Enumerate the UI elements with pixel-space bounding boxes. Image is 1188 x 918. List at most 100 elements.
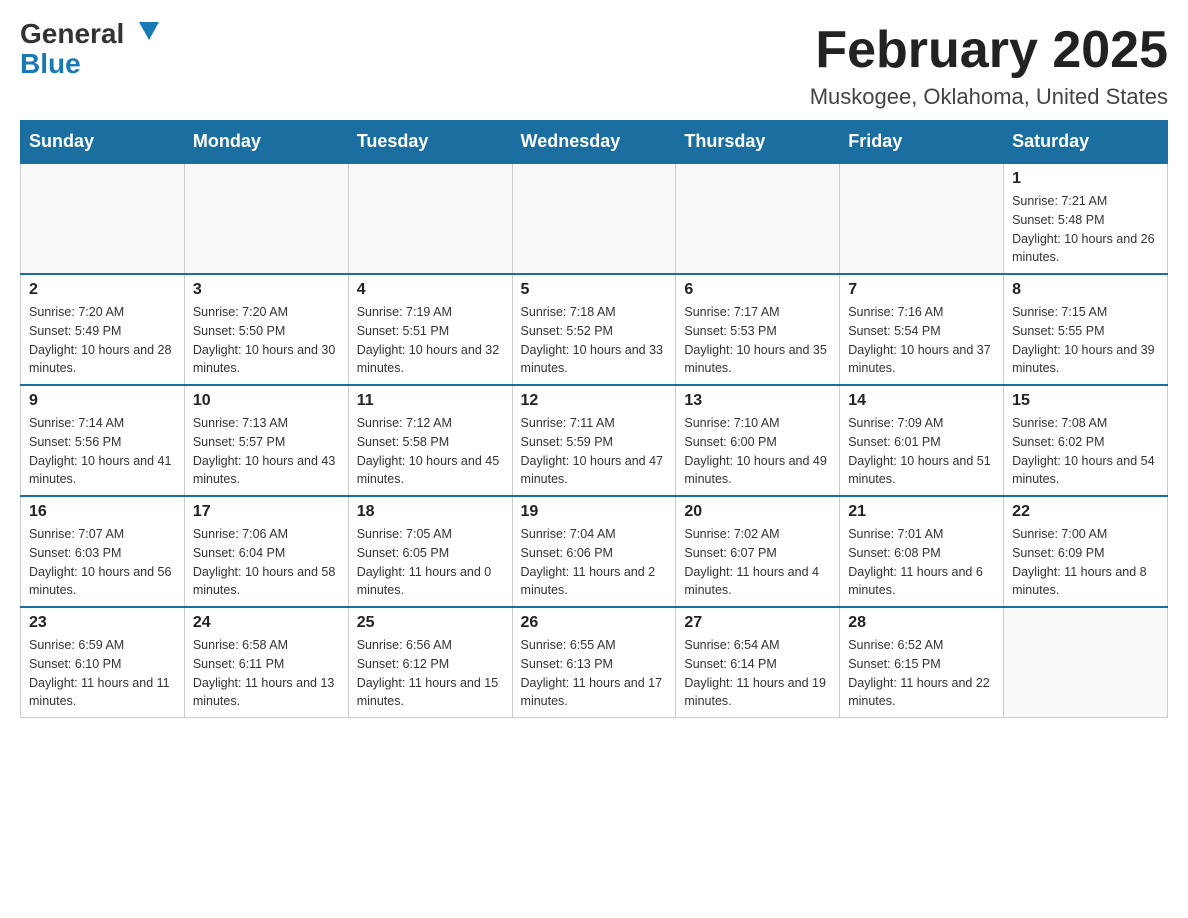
header-thursday: Thursday <box>676 121 840 164</box>
day-number: 3 <box>193 281 340 299</box>
header-monday: Monday <box>184 121 348 164</box>
day-cell: 14 Sunrise: 7:09 AMSunset: 6:01 PMDayligh… <box>840 385 1004 496</box>
day-cell: 5 Sunrise: 7:18 AMSunset: 5:52 PMDaylight… <box>512 274 676 385</box>
day-info: Sunrise: 6:52 AMSunset: 6:15 PMDaylight:… <box>848 636 995 711</box>
day-cell: 25 Sunrise: 6:56 AMSunset: 6:12 PMDayligh… <box>348 607 512 718</box>
day-info: Sunrise: 6:56 AMSunset: 6:12 PMDaylight:… <box>357 636 504 711</box>
day-info: Sunrise: 7:16 AMSunset: 5:54 PMDaylight:… <box>848 303 995 378</box>
day-cell: 22 Sunrise: 7:00 AMSunset: 6:09 PMDayligh… <box>1004 496 1168 607</box>
day-number: 21 <box>848 503 995 521</box>
header-saturday: Saturday <box>1004 121 1168 164</box>
day-cell <box>840 163 1004 274</box>
logo-triangle-icon <box>139 22 159 46</box>
week-row-2: 2 Sunrise: 7:20 AMSunset: 5:49 PMDaylight… <box>21 274 1168 385</box>
day-cell: 24 Sunrise: 6:58 AMSunset: 6:11 PMDayligh… <box>184 607 348 718</box>
day-info: Sunrise: 7:09 AMSunset: 6:01 PMDaylight:… <box>848 414 995 489</box>
day-info: Sunrise: 7:19 AMSunset: 5:51 PMDaylight:… <box>357 303 504 378</box>
day-number: 15 <box>1012 392 1159 410</box>
day-info: Sunrise: 7:05 AMSunset: 6:05 PMDaylight:… <box>357 525 504 600</box>
day-cell: 17Sunrise: 7:06 AMSunset: 6:04 PMDayligh… <box>184 496 348 607</box>
day-number: 18 <box>357 503 504 521</box>
day-info: Sunrise: 7:17 AMSunset: 5:53 PMDaylight:… <box>684 303 831 378</box>
day-info: Sunrise: 6:55 AMSunset: 6:13 PMDaylight:… <box>521 636 668 711</box>
day-info: Sunrise: 7:01 AMSunset: 6:08 PMDaylight:… <box>848 525 995 600</box>
calendar-header-row: Sunday Monday Tuesday Wednesday Thursday… <box>21 121 1168 164</box>
day-cell <box>348 163 512 274</box>
day-info: Sunrise: 7:02 AMSunset: 6:07 PMDaylight:… <box>684 525 831 600</box>
day-cell: 2 Sunrise: 7:20 AMSunset: 5:49 PMDaylight… <box>21 274 185 385</box>
day-number: 24 <box>193 614 340 632</box>
logo-general-text: General <box>20 20 124 48</box>
day-info: Sunrise: 7:13 AMSunset: 5:57 PMDaylight:… <box>193 414 340 489</box>
day-info: Sunrise: 7:04 AMSunset: 6:06 PMDaylight:… <box>521 525 668 600</box>
day-info: Sunrise: 7:00 AMSunset: 6:09 PMDaylight:… <box>1012 525 1159 600</box>
day-number: 6 <box>684 281 831 299</box>
day-info: Sunrise: 6:59 AMSunset: 6:10 PMDaylight:… <box>29 636 176 711</box>
day-number: 12 <box>521 392 668 410</box>
day-cell: 7 Sunrise: 7:16 AMSunset: 5:54 PMDaylight… <box>840 274 1004 385</box>
day-cell: 16 Sunrise: 7:07 AMSunset: 6:03 PMDayligh… <box>21 496 185 607</box>
day-info: Sunrise: 7:18 AMSunset: 5:52 PMDaylight:… <box>521 303 668 378</box>
day-cell: 4 Sunrise: 7:19 AMSunset: 5:51 PMDaylight… <box>348 274 512 385</box>
day-cell: 27Sunrise: 6:54 AMSunset: 6:14 PMDayligh… <box>676 607 840 718</box>
day-cell: 18 Sunrise: 7:05 AMSunset: 6:05 PMDayligh… <box>348 496 512 607</box>
day-number: 8 <box>1012 281 1159 299</box>
logo: General Blue <box>20 20 159 80</box>
day-cell <box>512 163 676 274</box>
day-number: 13 <box>684 392 831 410</box>
day-cell: 9 Sunrise: 7:14 AMSunset: 5:56 PMDaylight… <box>21 385 185 496</box>
day-cell: 1 Sunrise: 7:21 AMSunset: 5:48 PMDaylight… <box>1004 163 1168 274</box>
day-cell: 13Sunrise: 7:10 AMSunset: 6:00 PMDayligh… <box>676 385 840 496</box>
week-row-3: 9 Sunrise: 7:14 AMSunset: 5:56 PMDaylight… <box>21 385 1168 496</box>
day-cell: 8Sunrise: 7:15 AMSunset: 5:55 PMDaylight… <box>1004 274 1168 385</box>
day-cell: 6 Sunrise: 7:17 AMSunset: 5:53 PMDaylight… <box>676 274 840 385</box>
header-wednesday: Wednesday <box>512 121 676 164</box>
week-row-5: 23 Sunrise: 6:59 AMSunset: 6:10 PMDayligh… <box>21 607 1168 718</box>
day-info: Sunrise: 7:21 AMSunset: 5:48 PMDaylight:… <box>1012 192 1159 267</box>
calendar-table: Sunday Monday Tuesday Wednesday Thursday… <box>20 120 1168 718</box>
day-info: Sunrise: 7:07 AMSunset: 6:03 PMDaylight:… <box>29 525 176 600</box>
day-info: Sunrise: 7:08 AMSunset: 6:02 PMDaylight:… <box>1012 414 1159 489</box>
day-cell: 23 Sunrise: 6:59 AMSunset: 6:10 PMDayligh… <box>21 607 185 718</box>
day-cell: 19 Sunrise: 7:04 AMSunset: 6:06 PMDayligh… <box>512 496 676 607</box>
page-header: General Blue February 2025 Muskogee, Okl… <box>20 20 1168 110</box>
week-row-4: 16 Sunrise: 7:07 AMSunset: 6:03 PMDayligh… <box>21 496 1168 607</box>
day-number: 1 <box>1012 170 1159 188</box>
day-cell <box>676 163 840 274</box>
day-cell: 26Sunrise: 6:55 AMSunset: 6:13 PMDayligh… <box>512 607 676 718</box>
day-number: 22 <box>1012 503 1159 521</box>
day-number: 4 <box>357 281 504 299</box>
day-number: 20 <box>684 503 831 521</box>
day-number: 2 <box>29 281 176 299</box>
day-number: 19 <box>521 503 668 521</box>
day-number: 9 <box>29 392 176 410</box>
title-section: February 2025 Muskogee, Oklahoma, United… <box>810 20 1168 110</box>
day-cell <box>184 163 348 274</box>
day-cell: 12Sunrise: 7:11 AMSunset: 5:59 PMDayligh… <box>512 385 676 496</box>
day-cell <box>21 163 185 274</box>
header-tuesday: Tuesday <box>348 121 512 164</box>
logo-blue-text: Blue <box>20 48 81 79</box>
header-sunday: Sunday <box>21 121 185 164</box>
header-friday: Friday <box>840 121 1004 164</box>
day-number: 14 <box>848 392 995 410</box>
day-info: Sunrise: 7:06 AMSunset: 6:04 PMDaylight:… <box>193 525 340 600</box>
day-number: 25 <box>357 614 504 632</box>
day-number: 11 <box>357 392 504 410</box>
day-info: Sunrise: 7:20 AMSunset: 5:49 PMDaylight:… <box>29 303 176 378</box>
day-number: 16 <box>29 503 176 521</box>
day-number: 5 <box>521 281 668 299</box>
day-cell: 28Sunrise: 6:52 AMSunset: 6:15 PMDayligh… <box>840 607 1004 718</box>
day-cell: 11Sunrise: 7:12 AMSunset: 5:58 PMDayligh… <box>348 385 512 496</box>
day-number: 10 <box>193 392 340 410</box>
day-info: Sunrise: 7:14 AMSunset: 5:56 PMDaylight:… <box>29 414 176 489</box>
day-cell: 20 Sunrise: 7:02 AMSunset: 6:07 PMDayligh… <box>676 496 840 607</box>
day-cell: 15 Sunrise: 7:08 AMSunset: 6:02 PMDayligh… <box>1004 385 1168 496</box>
day-number: 7 <box>848 281 995 299</box>
day-number: 23 <box>29 614 176 632</box>
day-info: Sunrise: 7:20 AMSunset: 5:50 PMDaylight:… <box>193 303 340 378</box>
day-cell: 3 Sunrise: 7:20 AMSunset: 5:50 PMDaylight… <box>184 274 348 385</box>
day-cell: 10 Sunrise: 7:13 AMSunset: 5:57 PMDayligh… <box>184 385 348 496</box>
day-cell: 21 Sunrise: 7:01 AMSunset: 6:08 PMDayligh… <box>840 496 1004 607</box>
day-info: Sunrise: 6:58 AMSunset: 6:11 PMDaylight:… <box>193 636 340 711</box>
